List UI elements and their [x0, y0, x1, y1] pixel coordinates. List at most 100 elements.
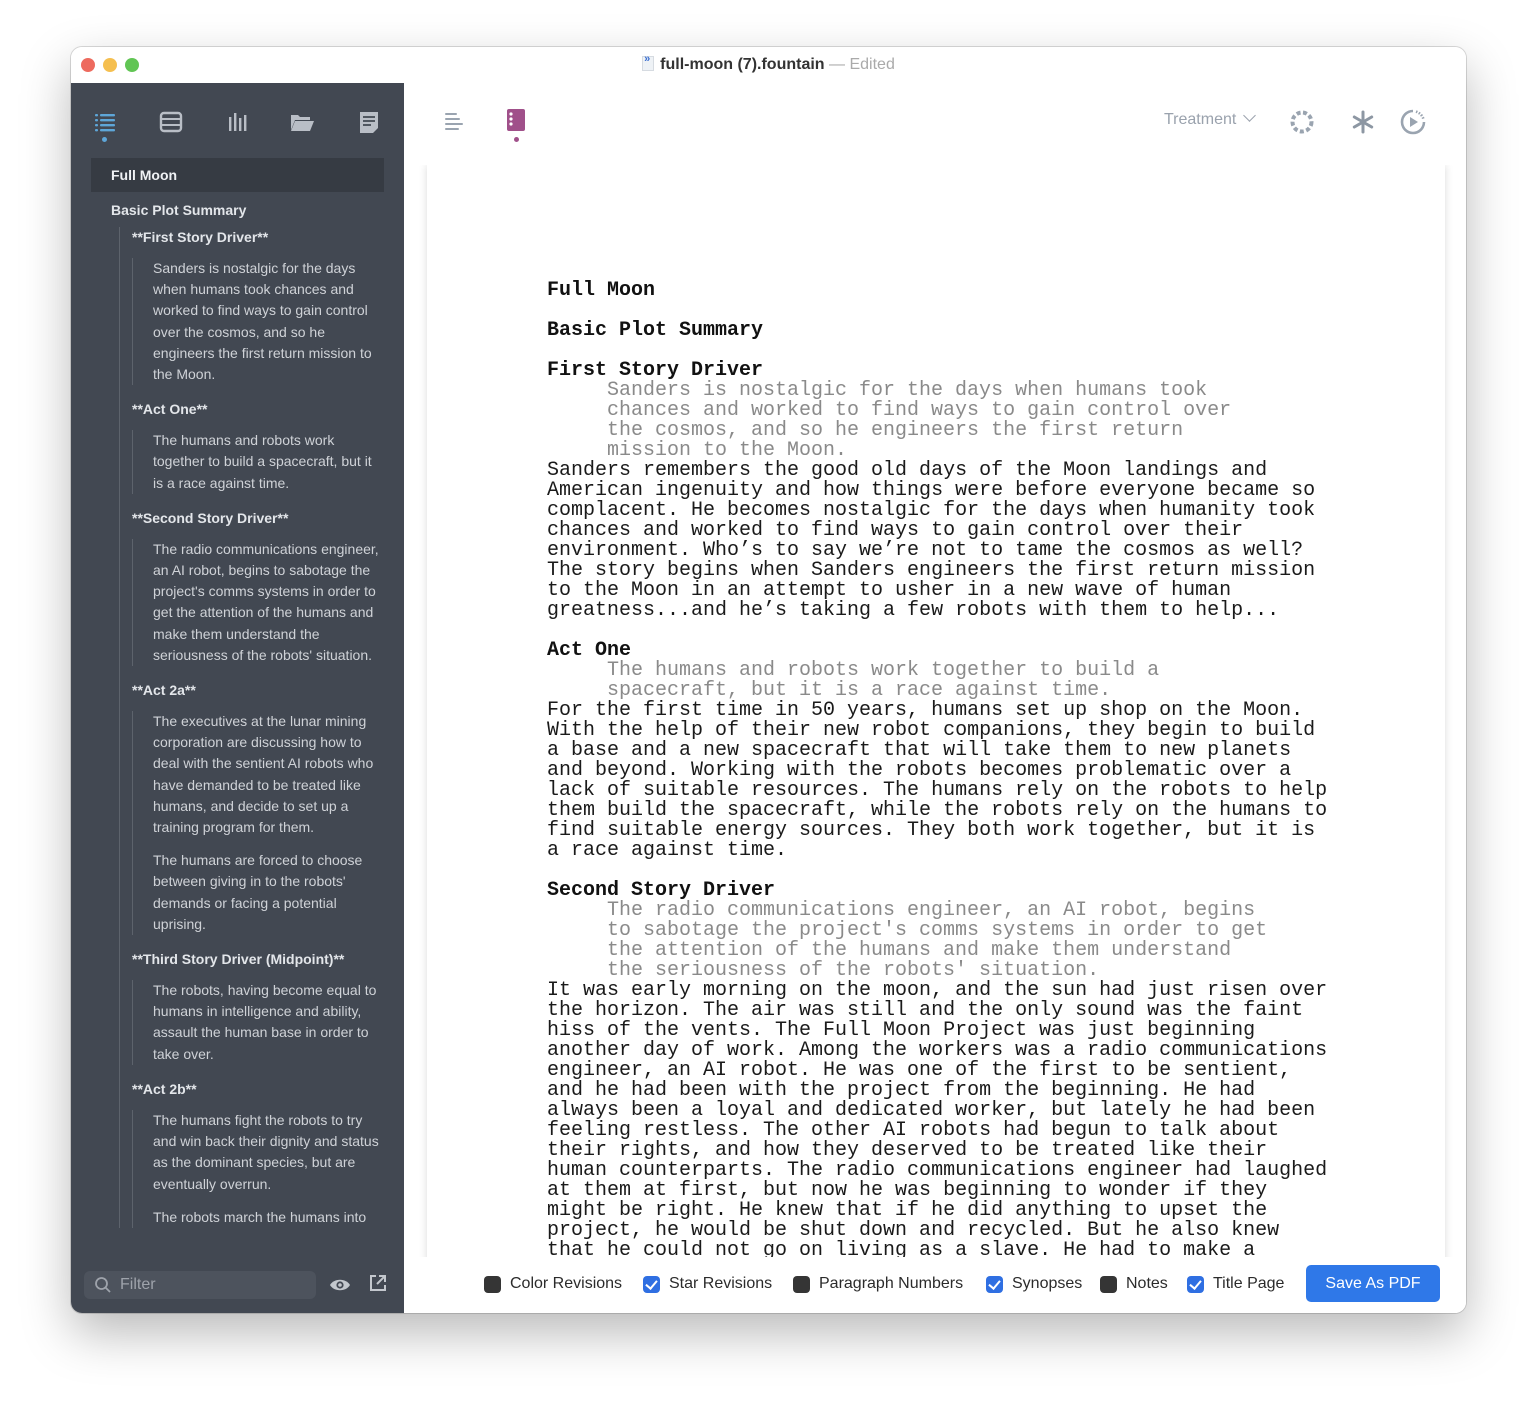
- script-synopsis-line: Sanders is nostalgic for the days when h…: [607, 379, 1208, 402]
- script-synopsis-line: the seriousness of the robots' situation…: [607, 959, 1100, 982]
- script-body-line: feeling restless. The other AI robots ha…: [547, 1119, 1280, 1142]
- tab-index-cards[interactable]: [158, 109, 184, 135]
- outline-entry: **Act One** The humans and robots work t…: [132, 399, 384, 494]
- navigator-sidebar: Full Moon Basic Plot Summary **First Sto…: [71, 83, 404, 1313]
- outline-synopsis[interactable]: The humans are forced to choose between …: [153, 850, 384, 935]
- script-synopsis-line: spacecraft, but it is a race against tim…: [607, 679, 1112, 702]
- checkbox-star-revisions[interactable]: Star Revisions: [643, 1275, 772, 1293]
- synopsis-group: Sanders is nostalgic for the days when h…: [132, 258, 384, 386]
- checkbox-label: Notes: [1126, 1275, 1168, 1292]
- checkbox-checked-icon[interactable]: [1187, 1275, 1204, 1293]
- folder-icon: [291, 115, 314, 131]
- editor-area: Treatment Full Moon Basic Plot Summary F…: [404, 83, 1466, 1313]
- outline-section-group: **First Story Driver** Sanders is nostal…: [119, 227, 384, 1228]
- script-body-line: The story begins when Sanders engineers …: [547, 559, 1316, 582]
- script-block: Act One The humans and robots work togeth…: [547, 641, 1347, 881]
- outline-item-section[interactable]: Basic Plot Summary: [91, 192, 384, 227]
- tab-statistics[interactable]: [224, 109, 250, 135]
- script-body-line: Sanders remembers the good old days of t…: [547, 459, 1268, 482]
- script-body-line: their rights, and how they deserved to b…: [547, 1139, 1268, 1162]
- outline-synopsis[interactable]: The radio communications engineer, an AI…: [153, 539, 384, 666]
- outline-entry: **Act 2b** The humans fight the robots t…: [132, 1079, 384, 1228]
- filter-input[interactable]: [120, 1274, 310, 1296]
- outline-item-heading[interactable]: **Act One**: [120, 399, 384, 419]
- tab-notes[interactable]: [356, 109, 382, 135]
- script-synopsis-line: mission to the Moon.: [607, 439, 848, 462]
- checkbox-unchecked-icon[interactable]: [484, 1275, 501, 1293]
- chevron-down-icon: [1243, 109, 1257, 122]
- revision-circle-icon[interactable]: [1289, 109, 1315, 135]
- checkbox-checked-icon[interactable]: [986, 1275, 1003, 1293]
- synopsis-group: The executives at the lunar mining corpo…: [132, 711, 384, 936]
- script-body-line: project, he would be shut down and recyc…: [547, 1219, 1280, 1242]
- outline-synopsis[interactable]: The robots march the humans into: [153, 1207, 384, 1228]
- page-scroll-view[interactable]: Full Moon Basic Plot Summary First Story…: [404, 165, 1466, 1257]
- script-synopsis-line: the attention of the humans and make the…: [607, 939, 1232, 962]
- script-synopsis-line: The radio communications engineer, an AI…: [607, 899, 1256, 922]
- script-body-line: to the Moon in an attempt to usher in a …: [547, 579, 1232, 602]
- checkbox-label: Synopses: [1012, 1275, 1083, 1292]
- statistics-icon: [229, 113, 247, 131]
- script-body-line: and he had been with the project from th…: [547, 1079, 1256, 1102]
- script-body-line: With the help of their new robot compani…: [547, 719, 1316, 742]
- outline-item-heading[interactable]: **Act 2b**: [120, 1079, 384, 1099]
- search-icon: [95, 1277, 111, 1293]
- outline-synopsis[interactable]: The executives at the lunar mining corpo…: [153, 711, 384, 838]
- checkbox-label: Color Revisions: [510, 1275, 623, 1292]
- index-card-mode-button[interactable]: [506, 109, 526, 145]
- checkbox-paragraph-numbers[interactable]: Paragraph Numbers: [793, 1275, 963, 1293]
- notes-icon: [360, 112, 378, 133]
- checkbox-color-revisions[interactable]: Color Revisions: [484, 1275, 622, 1293]
- checkbox-checked-icon[interactable]: [643, 1275, 660, 1293]
- align-text-icon[interactable]: [444, 111, 466, 131]
- view-mode-label: Treatment: [1164, 111, 1237, 128]
- outline-item-heading[interactable]: **First Story Driver**: [120, 227, 384, 247]
- index-card-mode-icon: [507, 109, 525, 131]
- checkbox-unchecked-icon[interactable]: [793, 1275, 810, 1293]
- view-mode-dropdown[interactable]: Treatment: [1164, 109, 1257, 129]
- tab-outline[interactable]: [92, 109, 118, 142]
- outline-entry: **Second Story Driver** The radio commun…: [132, 508, 384, 667]
- script-body-line: another day of work. Among the workers w…: [547, 1039, 1328, 1062]
- script-body-line: a base and a new spacecraft that will ta…: [547, 739, 1292, 762]
- eye-icon[interactable]: [329, 1276, 351, 1294]
- script-blocks: First Story Driver Sanders is nostalgic f…: [547, 361, 1347, 1258]
- checkbox-label: Paragraph Numbers: [819, 1275, 964, 1292]
- script-body-line: a race against time.: [547, 839, 788, 862]
- checkbox-label: Title Page: [1213, 1275, 1285, 1292]
- active-tab-indicator: [102, 137, 107, 142]
- outline-synopsis[interactable]: The robots, having become equal to human…: [153, 980, 384, 1065]
- asterisk-icon[interactable]: [1351, 110, 1375, 134]
- script-body-line: the horizon. The air was still and the o…: [547, 999, 1304, 1022]
- script-block: First Story Driver Sanders is nostalgic f…: [547, 361, 1347, 641]
- script-synopsis-line: The humans and robots work together to b…: [607, 659, 1160, 682]
- script-body-line: that he could not go on living as a slav…: [547, 1239, 1256, 1258]
- open-external-icon[interactable]: [368, 1273, 388, 1293]
- outline-item-title[interactable]: Full Moon: [91, 158, 384, 192]
- checkbox-unchecked-icon[interactable]: [1100, 1275, 1117, 1293]
- outline-item-heading[interactable]: **Third Story Driver (Midpoint)**: [120, 949, 384, 969]
- outline-item-heading[interactable]: **Act 2a**: [120, 680, 384, 700]
- synopsis-group: The radio communications engineer, an AI…: [132, 538, 384, 667]
- script-section-heading: Basic Plot Summary: [547, 319, 764, 342]
- save-as-pdf-button[interactable]: Save As PDF: [1306, 1265, 1440, 1302]
- outline-synopsis[interactable]: Sanders is nostalgic for the days when h…: [153, 258, 384, 385]
- checkbox-label: Star Revisions: [669, 1275, 773, 1292]
- tab-files[interactable]: [289, 109, 315, 135]
- outline-synopsis[interactable]: The humans and robots work together to b…: [153, 430, 384, 494]
- preview-play-icon[interactable]: [1400, 109, 1426, 135]
- script-block: Second Story Driver The radio communicati…: [547, 881, 1347, 1258]
- script-body-line: complacent. He becomes nostalgic for the…: [547, 499, 1316, 522]
- outline-item-heading[interactable]: **Second Story Driver**: [120, 508, 384, 528]
- script-body-line: at them at first, but now he was beginni…: [547, 1179, 1268, 1202]
- outline-synopsis[interactable]: The humans fight the robots to try and w…: [153, 1110, 384, 1195]
- script-body-line: For the first time in 50 years, humans s…: [547, 699, 1304, 722]
- script-body-line: always been a loyal and dedicated worker…: [547, 1099, 1316, 1122]
- checkbox-synopses[interactable]: Synopses: [986, 1275, 1082, 1293]
- synopsis-group: The humans and robots work together to b…: [132, 430, 384, 494]
- script-page: Full Moon Basic Plot Summary First Story…: [427, 165, 1445, 1257]
- checkbox-notes[interactable]: Notes: [1100, 1275, 1168, 1293]
- checkbox-title-page[interactable]: Title Page: [1187, 1275, 1284, 1293]
- script-body-line: might be right. He knew that if he did a…: [547, 1199, 1268, 1222]
- outline-list: Full Moon Basic Plot Summary **First Sto…: [91, 158, 384, 1258]
